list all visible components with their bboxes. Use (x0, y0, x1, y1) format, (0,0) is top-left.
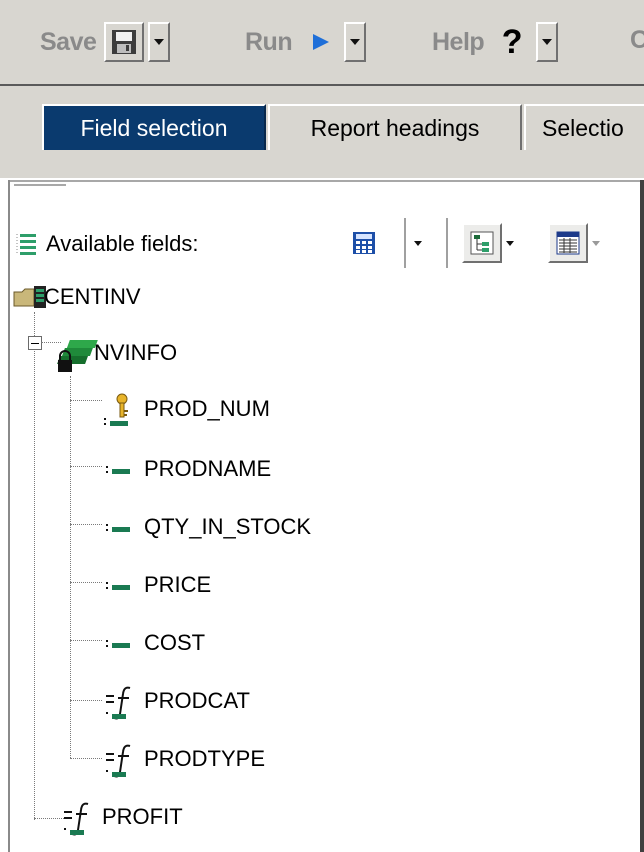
tree-field-label[interactable]: PROFIT (102, 804, 183, 830)
save-label[interactable]: Save (40, 28, 97, 57)
run-label[interactable]: Run (245, 28, 293, 57)
save-dropdown-button[interactable] (148, 22, 171, 62)
tab-report-headings[interactable]: Report headings (268, 104, 522, 150)
field-icon (106, 466, 130, 474)
save-group: Save (40, 20, 171, 64)
tree-guide (70, 466, 102, 467)
tree-view-tool (462, 218, 518, 268)
tree-guide (34, 818, 64, 819)
list-view-icon (556, 231, 580, 255)
tree-field-label[interactable]: PRODTYPE (144, 746, 265, 772)
help-group: Help ? (432, 20, 559, 64)
tree-view-button[interactable] (462, 223, 502, 263)
tree-segment-label[interactable]: NVINFO (94, 340, 177, 366)
chevron-down-icon (542, 39, 553, 45)
fields-panel (8, 180, 644, 852)
divider (404, 218, 407, 268)
collapse-toggle[interactable] (28, 336, 42, 350)
panel-right-border (640, 180, 644, 852)
key-field-icon (104, 393, 128, 426)
toolbar: Save Run Help ? C (0, 0, 644, 86)
list-view-button[interactable] (548, 223, 588, 263)
tab-field-selection[interactable]: Field selection (42, 104, 266, 150)
chevron-down-icon (350, 39, 361, 45)
field-icon (106, 524, 130, 532)
tree-guide (70, 582, 102, 583)
truncated-toolbar-label[interactable]: C (630, 26, 644, 55)
tree-root-label[interactable]: CENTINV (44, 284, 141, 310)
calculator-tool (344, 218, 384, 268)
tree-guide (70, 700, 102, 701)
computed-field-icon (106, 744, 131, 778)
play-icon (313, 34, 330, 50)
tab-selection[interactable]: Selectio (524, 104, 644, 150)
chevron-down-icon (506, 240, 514, 246)
chevron-down-icon (414, 240, 422, 246)
divider (446, 218, 449, 268)
tree-guide (70, 400, 102, 401)
run-dropdown-button[interactable] (344, 22, 367, 62)
divider (14, 184, 66, 186)
tree-guide (34, 312, 35, 820)
available-fields-header: Available fields: (12, 228, 198, 260)
help-label[interactable]: Help (432, 28, 485, 57)
field-icon (106, 582, 130, 590)
run-button[interactable] (300, 22, 341, 62)
question-mark-icon: ? (501, 22, 523, 61)
field-list-icon (16, 234, 36, 255)
available-fields-label: Available fields: (46, 231, 199, 256)
tree-field-label[interactable]: PRODNAME (144, 456, 271, 482)
floppy-disk-icon (112, 30, 137, 54)
tree-field-label[interactable]: PRODCAT (144, 688, 250, 714)
help-dropdown-button[interactable] (536, 22, 559, 62)
tree-field-label[interactable]: COST (144, 630, 205, 656)
tree-view-icon (470, 231, 494, 255)
tree-guide (70, 640, 102, 641)
calculator-icon (353, 232, 375, 254)
tree-guide (70, 524, 102, 525)
calculator-dropdown-button[interactable] (410, 223, 426, 263)
computed-field-icon (64, 802, 89, 836)
list-view-tool (548, 218, 604, 268)
divider (10, 180, 644, 182)
run-group: Run (245, 20, 367, 64)
list-view-dropdown-button[interactable] (588, 223, 604, 263)
calculator-dropdown (410, 218, 426, 268)
chevron-down-icon (154, 39, 165, 45)
tree-field-label[interactable]: QTY_IN_STOCK (144, 514, 311, 540)
computed-field-icon (106, 686, 131, 720)
tree-field-label[interactable]: PRICE (144, 572, 211, 598)
tab-bar: Field selection Report headings Selectio (0, 86, 644, 178)
tree-view-dropdown-button[interactable] (502, 223, 518, 263)
field-icon (106, 640, 130, 648)
minus-icon (31, 342, 39, 344)
tree-field-label[interactable]: PROD_NUM (144, 396, 270, 422)
help-button[interactable]: ? (492, 22, 533, 62)
chevron-down-icon (592, 240, 600, 246)
save-button[interactable] (104, 22, 145, 62)
calculator-button[interactable] (344, 223, 384, 263)
tree-guide (70, 758, 102, 759)
